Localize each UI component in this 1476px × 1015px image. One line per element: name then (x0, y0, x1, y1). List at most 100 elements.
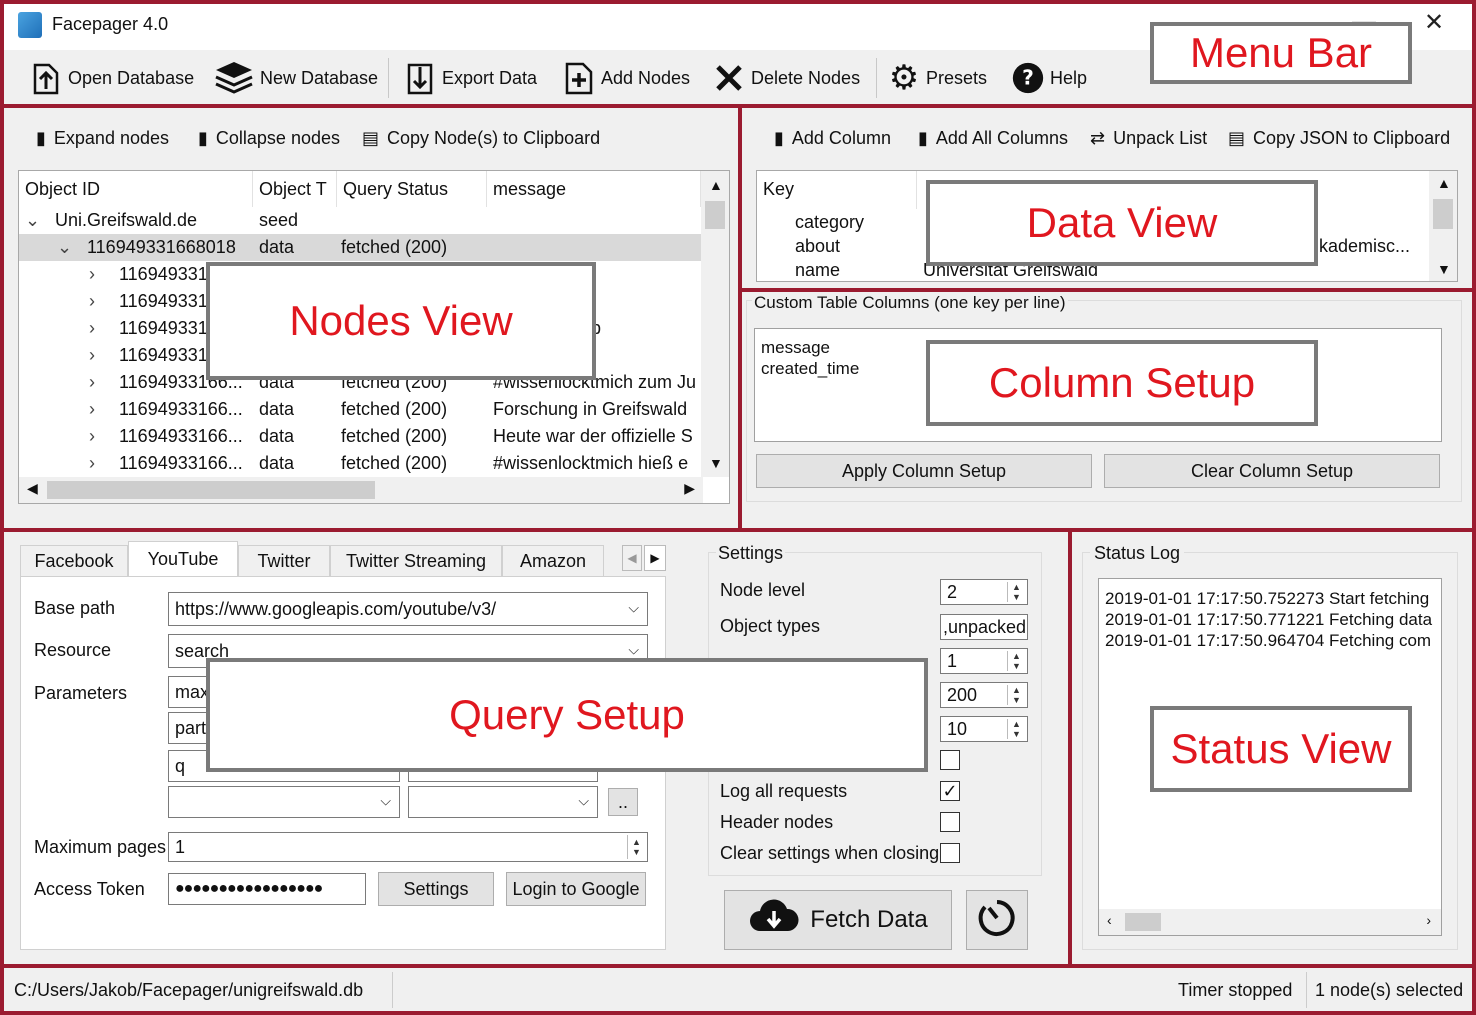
log-line: 2019-01-01 17:17:50.771221 Fetching data (1105, 610, 1433, 629)
add-nodes-label: Add Nodes (601, 67, 691, 88)
clipboard-icon: ▤ (362, 128, 380, 148)
fetch-data-button[interactable]: Fetch Data (724, 890, 952, 950)
export-data-button[interactable]: Export Data (404, 56, 537, 100)
annotation-nodes-view: Nodes View (206, 262, 596, 380)
window-title: Facepager 4.0 (52, 14, 169, 34)
cell-object-type: data (259, 237, 295, 257)
chevron-right-icon[interactable]: › (89, 396, 95, 423)
param-value-4[interactable]: ⌵ (408, 786, 598, 818)
add-nodes-button[interactable]: Add Nodes (563, 56, 690, 100)
log-all-requests-checkbox[interactable]: ✓ (940, 781, 960, 801)
data-value-about: kademisc... (1319, 236, 1411, 256)
tab-facebook[interactable]: Facebook (20, 545, 128, 577)
access-token-field[interactable]: ●●●●●●●●●●●●●●●●● (168, 873, 366, 905)
max-pages-spinbox[interactable]: 1 ▲ ▼ (168, 832, 648, 862)
status-log-horizontal-scrollbar[interactable]: ‹ › (1099, 909, 1441, 935)
login-google-button[interactable]: Login to Google (506, 872, 646, 906)
annotation-query-setup: Query Setup (206, 658, 928, 772)
spinner-icon: ▲ ▼ (1007, 719, 1025, 739)
parameters-label: Parameters (34, 683, 128, 703)
column-header-message[interactable]: message (487, 171, 701, 207)
param-more-button[interactable]: .. (608, 788, 638, 816)
chevron-right-icon[interactable]: › (89, 288, 95, 315)
new-database-button[interactable]: New Database (214, 56, 378, 100)
copy-nodes-button[interactable]: ▤ Copy Node(s) to Clipboard (362, 128, 600, 149)
chevron-right-icon[interactable]: › (89, 423, 95, 450)
chevron-down-icon[interactable]: ⌄ (57, 234, 72, 261)
column-header-object-type[interactable]: Object T (253, 171, 337, 207)
cell-object-type: seed (259, 210, 299, 230)
help-label: Help (1050, 67, 1088, 88)
table-row[interactable]: ⌄ Uni.Greifswald.de seed (19, 207, 703, 234)
column-header-query-status[interactable]: Query Status (337, 171, 487, 207)
settings-button[interactable]: Settings (378, 872, 494, 906)
timer-button[interactable] (966, 890, 1028, 950)
header-nodes-label: Header nodes (720, 812, 834, 832)
parallel-threads-spinbox[interactable]: 1 ▲ ▼ (940, 648, 1028, 674)
close-button[interactable]: ✕ (1424, 8, 1444, 37)
clear-settings-checkbox[interactable] (940, 843, 960, 863)
log-line: 2019-01-01 17:17:50.752273 Start fetchin… (1105, 589, 1430, 608)
add-column-button[interactable]: ▮ Add Column (774, 128, 891, 149)
chevron-down-icon[interactable]: ⌄ (25, 207, 40, 234)
export-data-label: Export Data (442, 67, 538, 88)
tab-amazon[interactable]: Amazon (502, 545, 604, 577)
cell-object-type: data (259, 399, 295, 419)
column-header-object-id[interactable]: Object ID (19, 171, 253, 207)
expand-relations-checkbox[interactable] (940, 750, 960, 770)
header-nodes-checkbox[interactable] (940, 812, 960, 832)
nodes-vertical-scrollbar[interactable]: ▲ ▼ (701, 171, 729, 477)
errors-value: 10 (947, 718, 968, 739)
table-row[interactable]: › 11694933166... data fetched (200) Heute wa… (19, 423, 703, 450)
data-key-about[interactable]: about (795, 233, 840, 260)
delete-nodes-button[interactable]: Delete Nodes (713, 56, 860, 100)
help-button[interactable]: ? Help (1012, 56, 1087, 100)
param-key-4[interactable]: ⌵ (168, 786, 400, 818)
chevron-right-icon[interactable]: › (89, 261, 95, 288)
collapse-nodes-button[interactable]: ▮ Collapse nodes (198, 128, 340, 149)
open-database-button[interactable]: Open Database (30, 56, 194, 100)
table-row[interactable]: › 11694933166... data fetched (200) Forschun… (19, 396, 703, 423)
add-column-label: Add Column (791, 128, 891, 148)
requests-per-minute-spinbox[interactable]: 200 ▲ ▼ (940, 682, 1028, 708)
table-row[interactable]: › 11694933166... data fetched (200) #wissenl… (19, 450, 703, 477)
object-types-field[interactable]: ,unpacked (940, 614, 1028, 640)
tab-scroll-right-button[interactable]: ▶ (644, 545, 666, 571)
status-log-title: Status Log (1090, 543, 1185, 564)
add-all-columns-icon: ▮ (918, 128, 928, 148)
node-level-spinbox[interactable]: 2 ▲ ▼ (940, 579, 1028, 605)
tab-youtube[interactable]: YouTube (128, 541, 238, 577)
data-key-name[interactable]: name (795, 257, 840, 284)
copy-json-button[interactable]: ▤ Copy JSON to Clipboard (1228, 128, 1450, 149)
errors-spinbox[interactable]: 10 ▲ ▼ (940, 716, 1028, 742)
new-database-icon (214, 62, 254, 94)
presets-button[interactable]: ⚙ Presets (888, 56, 987, 100)
tab-scroll-left-button[interactable]: ◀ (622, 545, 642, 571)
unpack-list-button[interactable]: ⇄ Unpack List (1090, 128, 1207, 149)
cell-message: Heute war der offizielle S (493, 426, 693, 446)
add-all-columns-label: Add All Columns (935, 128, 1068, 148)
chevron-right-icon[interactable]: › (89, 315, 95, 342)
expand-nodes-button[interactable]: ▮ Expand nodes (36, 128, 169, 149)
cell-object-type: data (259, 453, 295, 473)
chevron-right-icon[interactable]: › (89, 450, 95, 477)
apply-column-setup-button[interactable]: Apply Column Setup (756, 454, 1092, 488)
chevron-right-icon[interactable]: › (89, 369, 95, 396)
table-row[interactable]: ⌄ 116949331668018 data fetched (200) (19, 234, 703, 261)
data-header-key[interactable]: Key (757, 171, 917, 209)
chevron-right-icon[interactable]: › (89, 342, 95, 369)
data-vertical-scrollbar[interactable]: ▲ ▼ (1429, 171, 1457, 281)
base-path-combo[interactable]: https://www.googleapis.com/youtube/v3/ ⌵ (168, 592, 648, 626)
data-key-category[interactable]: category (795, 209, 864, 236)
export-icon (404, 62, 436, 95)
tab-twitter[interactable]: Twitter (238, 545, 330, 577)
cell-message: #wissenlocktmich hieß e (493, 453, 689, 473)
cell-message: Forschung in Greifswald (493, 399, 688, 419)
clear-column-setup-button[interactable]: Clear Column Setup (1104, 454, 1440, 488)
status-bar-divider (392, 972, 393, 1008)
toolbar-separator (388, 58, 389, 98)
tab-twitter-streaming[interactable]: Twitter Streaming (330, 545, 502, 577)
add-all-columns-button[interactable]: ▮ Add All Columns (918, 128, 1068, 149)
spinner-icon: ▲ ▼ (1007, 582, 1025, 602)
nodes-horizontal-scrollbar[interactable]: ◀ ▶ (19, 477, 703, 503)
